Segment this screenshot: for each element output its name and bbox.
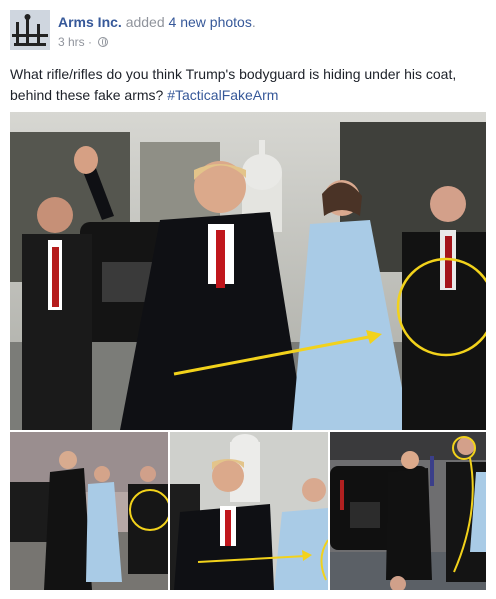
- photo-thumbnail[interactable]: [170, 432, 328, 590]
- post-timestamp[interactable]: 3 hrs: [58, 35, 85, 49]
- action-prefix: added: [125, 14, 165, 30]
- post-header: Arms Inc. added 4 new photos. 3 hrs ·: [10, 10, 486, 54]
- photo-thumbnail[interactable]: [10, 432, 168, 590]
- globe-icon[interactable]: [98, 37, 109, 47]
- action-suffix: .: [251, 14, 256, 30]
- time-separator: ·: [88, 35, 93, 49]
- hashtag-link[interactable]: #TacticalFakeArm: [167, 87, 278, 103]
- photo-thumbnail[interactable]: [330, 432, 486, 590]
- main-photo[interactable]: [10, 112, 486, 430]
- page-name-link[interactable]: Arms Inc.: [58, 14, 122, 30]
- page-avatar[interactable]: [10, 10, 50, 50]
- avatar-logo-icon: [10, 10, 50, 50]
- post-text: What rifle/rifles do you think Trump's b…: [10, 64, 486, 106]
- post-meta: Arms Inc. added 4 new photos.: [58, 13, 256, 31]
- time-row: 3 hrs ·: [58, 34, 109, 50]
- post-action: added 4 new photos.: [126, 14, 256, 30]
- photos-count-link[interactable]: 4 new photos: [169, 14, 252, 30]
